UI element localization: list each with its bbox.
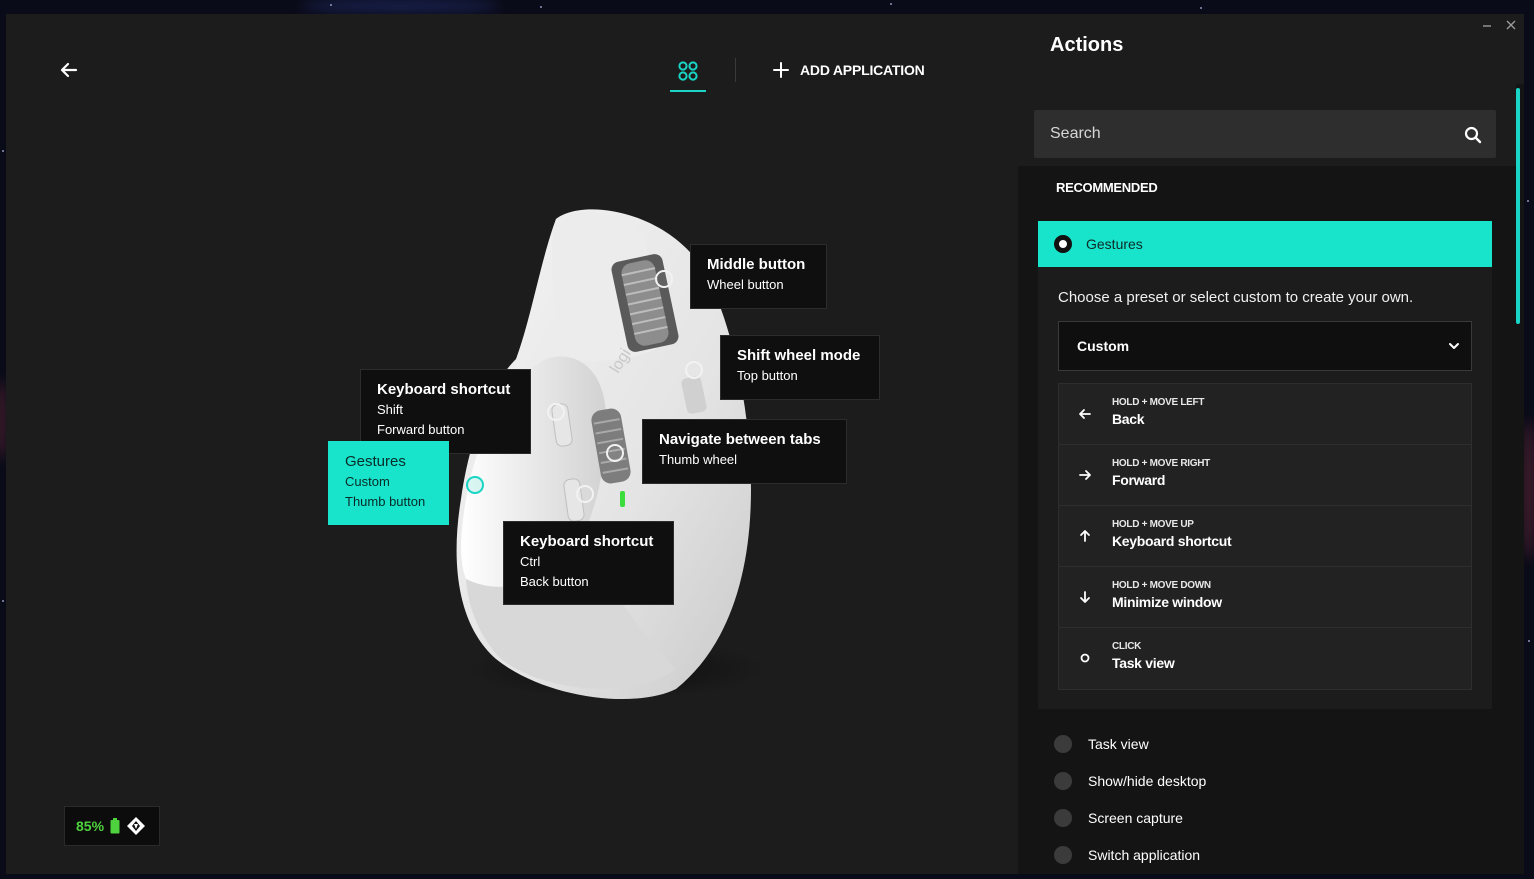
chevron-down-icon	[1449, 343, 1459, 349]
callout-thumb-wheel[interactable]: Navigate between tabs Thumb wheel	[642, 419, 847, 484]
middle-button-hotspot[interactable]	[655, 270, 673, 288]
callout-subtitle: Thumb button	[345, 494, 426, 509]
radio-selected-icon	[1054, 235, 1072, 253]
recommended-heading: RECOMMENDED	[1056, 180, 1158, 195]
callout-subtitle: Wheel button	[707, 277, 784, 292]
applications-view-button[interactable]	[670, 54, 706, 92]
minimize-button[interactable]	[1480, 16, 1494, 34]
callout-shortcut: Shift	[377, 402, 404, 417]
action-option-switch-application[interactable]: Switch application	[1054, 844, 1200, 866]
radio-unselected-icon	[1054, 809, 1072, 827]
gesture-item-move-left[interactable]: HOLD + MOVE LEFT Back	[1059, 384, 1471, 445]
gesture-caption: HOLD + MOVE UP	[1112, 519, 1194, 530]
callout-thumb-button[interactable]: Gestures Custom Thumb button	[328, 441, 449, 525]
close-button[interactable]	[1504, 16, 1518, 34]
arrow-left-icon	[60, 62, 78, 78]
action-option-task-view[interactable]: Task view	[1054, 733, 1149, 755]
preset-dropdown[interactable]: Custom	[1058, 321, 1472, 371]
search-input[interactable]	[1034, 110, 1454, 158]
thumb-wheel-hotspot[interactable]	[606, 444, 624, 462]
back-button-hotspot[interactable]	[576, 485, 594, 503]
arrow-left-icon	[1079, 409, 1091, 419]
radio-unselected-icon	[1054, 772, 1072, 790]
action-option-label: Gestures	[1086, 236, 1143, 252]
gestures-config: Choose a preset or select custom to crea…	[1038, 267, 1492, 709]
gesture-action: Forward	[1112, 472, 1166, 488]
callout-title: Keyboard shortcut	[520, 533, 654, 550]
callout-title: Gestures	[345, 453, 406, 470]
search-box	[1034, 110, 1496, 158]
gesture-caption: CLICK	[1112, 641, 1142, 652]
arrow-up-icon	[1080, 530, 1090, 542]
gesture-action: Keyboard shortcut	[1112, 533, 1232, 549]
preset-value: Custom	[1077, 338, 1130, 354]
gesture-action: Minimize window	[1112, 594, 1222, 610]
add-application-button[interactable]: ADD APPLICATION	[772, 59, 925, 81]
action-option-gestures[interactable]: Gestures	[1038, 221, 1492, 267]
arrow-down-icon	[1080, 591, 1090, 603]
callout-preset: Custom	[345, 474, 390, 489]
device-view: ADD APPLICATION logi Middle button Wheel…	[6, 14, 1018, 874]
back-button[interactable]	[56, 58, 84, 82]
action-option-screen-capture[interactable]: Screen capture	[1054, 807, 1183, 829]
battery-icon	[110, 818, 120, 834]
gestures-description: Choose a preset or select custom to crea…	[1058, 289, 1414, 306]
radio-unselected-icon	[1054, 735, 1072, 753]
radio-unselected-icon	[1054, 846, 1072, 864]
close-icon	[1506, 20, 1516, 30]
callout-subtitle: Back button	[520, 574, 589, 589]
minimize-icon	[1483, 25, 1491, 27]
options-app-window: ADD APPLICATION logi Middle button Wheel…	[6, 14, 1524, 874]
callout-middle-button[interactable]: Middle button Wheel button	[690, 244, 827, 309]
panel-title: Actions	[1050, 34, 1124, 56]
callout-subtitle: Thumb wheel	[659, 452, 738, 467]
gesture-item-move-down[interactable]: HOLD + MOVE DOWN Minimize window	[1059, 567, 1471, 628]
plus-icon	[773, 62, 789, 78]
search-icon[interactable]	[1464, 126, 1482, 144]
gesture-caption: HOLD + MOVE LEFT	[1112, 397, 1205, 408]
thumb-button-hotspot[interactable]	[466, 476, 484, 494]
active-tab-indicator	[670, 90, 706, 92]
gesture-item-click[interactable]: CLICK Task view	[1059, 628, 1471, 689]
callout-subtitle: Top button	[737, 368, 798, 383]
gesture-caption: HOLD + MOVE DOWN	[1112, 580, 1211, 591]
callout-shift-wheel-mode[interactable]: Shift wheel mode Top button	[720, 335, 880, 400]
apps-grid-icon	[678, 61, 698, 81]
gesture-item-move-right[interactable]: HOLD + MOVE RIGHT Forward	[1059, 445, 1471, 506]
gesture-action: Back	[1112, 411, 1145, 427]
callout-title: Middle button	[707, 256, 806, 273]
actions-panel-header: Actions	[1018, 14, 1524, 84]
gesture-list: HOLD + MOVE LEFT Back HOLD + MOVE RIGHT …	[1058, 383, 1472, 690]
add-application-label: ADD APPLICATION	[800, 62, 925, 78]
callout-title: Navigate between tabs	[659, 431, 821, 448]
callout-back-button[interactable]: Keyboard shortcut Ctrl Back button	[503, 521, 674, 605]
toolbar-divider	[735, 58, 736, 82]
callout-subtitle: Forward button	[377, 422, 465, 437]
action-option-label: Task view	[1088, 736, 1149, 752]
click-circle-icon	[1080, 653, 1090, 663]
panel-scrollbar[interactable]	[1516, 88, 1520, 324]
actions-panel: Actions RECOMMENDED Gestures Choos	[1018, 14, 1524, 874]
callout-shortcut: Ctrl	[520, 554, 541, 569]
action-option-label: Screen capture	[1088, 810, 1183, 826]
logi-bolt-icon	[127, 817, 146, 835]
top-button-hotspot[interactable]	[685, 361, 703, 379]
action-option-label: Switch application	[1088, 847, 1201, 863]
gesture-caption: HOLD + MOVE RIGHT	[1112, 458, 1210, 469]
gesture-action: Task view	[1112, 655, 1175, 671]
battery-percentage: 85%	[76, 818, 105, 834]
gesture-item-move-up[interactable]: HOLD + MOVE UP Keyboard shortcut	[1059, 506, 1471, 567]
arrow-right-icon	[1079, 470, 1091, 480]
action-option-show-hide-desktop[interactable]: Show/hide desktop	[1054, 770, 1206, 792]
action-option-label: Show/hide desktop	[1088, 773, 1207, 789]
callout-title: Shift wheel mode	[737, 347, 861, 364]
battery-status[interactable]: 85%	[64, 806, 160, 846]
search-zone	[1018, 84, 1516, 166]
forward-button-hotspot[interactable]	[547, 403, 565, 421]
callout-title: Keyboard shortcut	[377, 381, 511, 398]
